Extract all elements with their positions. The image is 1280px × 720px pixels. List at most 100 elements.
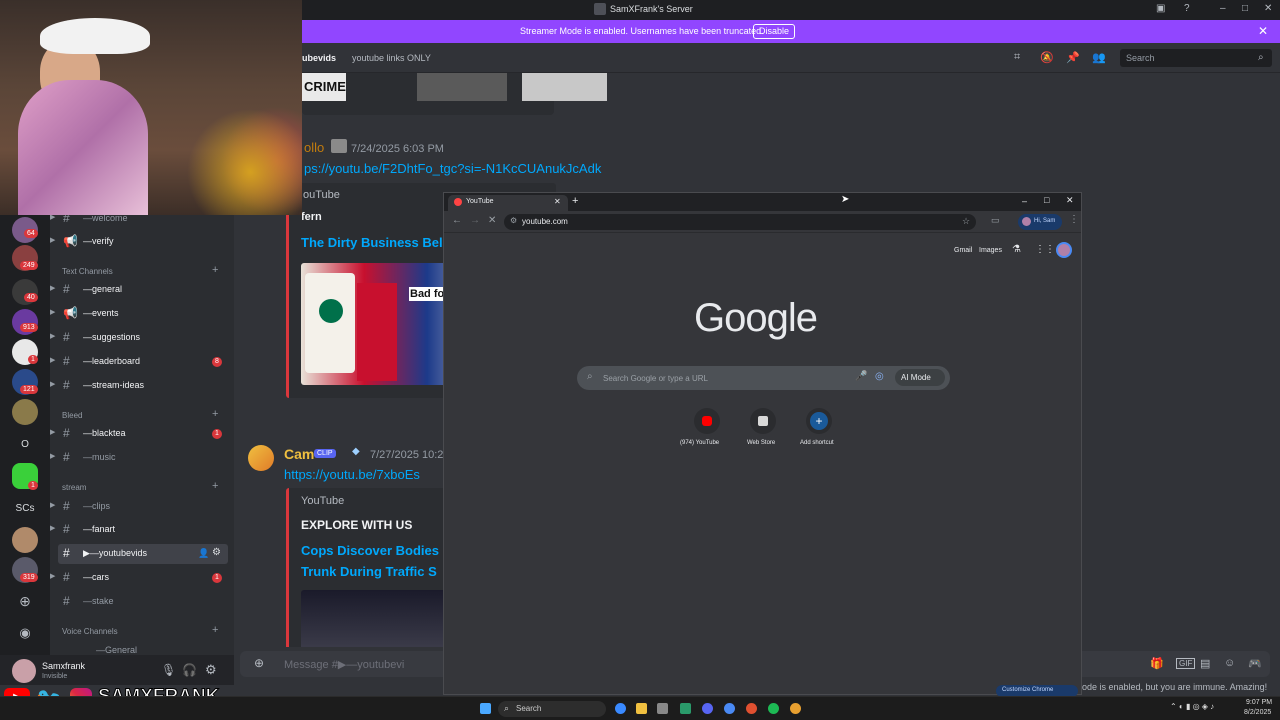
profile-chip[interactable]: Hi, Sam (1018, 214, 1062, 230)
file-explorer-icon[interactable] (636, 703, 647, 714)
new-tab-icon[interactable]: + (572, 195, 578, 207)
discord-taskbar-icon[interactable] (702, 703, 713, 714)
app-icon[interactable] (746, 703, 757, 714)
shortcut-youtube[interactable] (694, 408, 720, 434)
gmail-link[interactable]: Gmail (954, 247, 972, 254)
embed-title[interactable]: Cops Discover Bodies (301, 543, 439, 558)
headphones-icon[interactable]: 🎧 (182, 663, 197, 677)
channel-item[interactable]: ▶ # —blacktea 1 (50, 424, 228, 444)
activities-icon[interactable]: 🎮 (1248, 657, 1262, 670)
back-icon[interactable]: ← (452, 215, 462, 226)
add-attachment-icon[interactable]: ⊕ (254, 656, 264, 670)
invite-icon[interactable]: 👤 (198, 548, 209, 559)
add-channel-icon[interactable]: + (212, 480, 218, 492)
disable-streamer-mode-button[interactable]: Disable (753, 24, 795, 39)
channel-item[interactable]: ▶ # —leaderboard 8 (50, 352, 228, 372)
add-channel-icon[interactable]: + (212, 624, 218, 636)
server-initial[interactable]: SCs (12, 503, 38, 514)
server-initial[interactable]: O (12, 439, 38, 450)
server-icon[interactable] (12, 527, 38, 553)
apps-grid-icon[interactable]: ⋮⋮ (1035, 244, 1055, 255)
close-window-icon[interactable]: ✕ (1264, 3, 1272, 14)
address-bar[interactable]: ⚙ youtube.com ☆ (504, 214, 976, 230)
lens-icon[interactable]: ◎ (875, 371, 884, 382)
channel-item[interactable]: ▶ # —fanart (50, 520, 228, 540)
minimize-icon[interactable]: – (1022, 196, 1027, 206)
sticker-icon[interactable]: ▤ (1200, 657, 1210, 670)
message-author[interactable]: ollo (304, 140, 324, 155)
message-link[interactable]: https://youtu.be/7xboEs (284, 467, 420, 482)
voice-search-icon[interactable]: 🎤 (855, 371, 867, 382)
channel-item[interactable]: ▶ # —general (50, 280, 228, 300)
channel-item[interactable]: ▶ # —cars 1 (50, 568, 228, 588)
google-search-box[interactable]: ⌕ Search Google or type a URL 🎤 ◎ AI Mod… (577, 366, 950, 390)
ai-mode-button[interactable]: AI Mode (895, 369, 945, 386)
discover-icon[interactable]: ◉ (12, 625, 38, 641)
chrome-taskbar-icon[interactable] (724, 703, 735, 714)
category-bleed[interactable]: Bleed (62, 411, 82, 420)
shortcut-add[interactable]: + (806, 408, 832, 434)
channel-item[interactable]: ▶ 📢 —verify (50, 232, 228, 252)
emoji-icon[interactable]: ☺ (1224, 657, 1235, 669)
settings-icon[interactable]: ⚙ (212, 547, 221, 558)
minimize-icon[interactable]: – (1220, 3, 1226, 14)
start-icon[interactable] (480, 703, 491, 714)
tray-icons[interactable]: ⌃ ◐ ▮ ◎ ◈ ♪ (1170, 702, 1214, 711)
gift-icon[interactable]: 🎁 (1150, 657, 1164, 670)
embed-channel[interactable]: fern (301, 211, 322, 223)
pin-icon[interactable]: 📌 (1066, 51, 1080, 64)
chrome-tab[interactable]: YouTube ✕ (448, 195, 568, 211)
channel-item-selected[interactable]: # ▶—youtubevids 👤 ⚙ (58, 544, 228, 564)
taskbar-search[interactable]: ⌕ Search (498, 701, 606, 717)
embed-title-line2[interactable]: Trunk During Traffic S (301, 564, 437, 579)
threads-icon[interactable]: ⌗ (1014, 51, 1020, 64)
close-banner-icon[interactable]: ✕ (1258, 24, 1268, 38)
account-avatar[interactable] (1056, 242, 1072, 258)
add-channel-icon[interactable]: + (212, 264, 218, 276)
avatar[interactable] (12, 659, 36, 683)
embed-title[interactable]: The Dirty Business Bel (301, 235, 443, 250)
close-window-icon[interactable]: ✕ (1066, 195, 1074, 206)
store-icon[interactable] (657, 703, 668, 714)
channel-item[interactable]: ▶ 📢 —events (50, 304, 228, 324)
bookmark-star-icon[interactable]: ☆ (962, 216, 970, 227)
user-settings-icon[interactable]: ⚙ (205, 662, 217, 678)
images-link[interactable]: Images (979, 247, 1002, 254)
app-icon[interactable] (680, 703, 691, 714)
spotify-icon[interactable] (768, 703, 779, 714)
channel-item[interactable]: # —stake (58, 592, 228, 612)
voice-channel-label[interactable]: —General (96, 645, 137, 655)
add-server-icon[interactable]: ⊕ (12, 593, 38, 610)
labs-icon[interactable]: ⚗ (1012, 244, 1021, 255)
avatar[interactable] (248, 445, 274, 471)
chrome-taskbar-icon[interactable] (615, 703, 626, 714)
members-icon[interactable]: 👥 (1092, 51, 1106, 64)
message-author[interactable]: Cam (284, 446, 314, 462)
side-panel-icon[interactable]: ▭ (991, 215, 1000, 226)
forward-icon[interactable]: → (470, 215, 480, 226)
inbox-icon[interactable]: ▣ (1156, 3, 1165, 14)
server-icon[interactable] (12, 399, 38, 425)
stop-icon[interactable]: ✕ (488, 215, 496, 226)
gif-icon[interactable]: GIF (1176, 658, 1196, 669)
chrome-taskbar-icon[interactable] (790, 703, 801, 714)
chrome-menu-icon[interactable]: ⋮ (1069, 214, 1079, 225)
channel-item[interactable]: ▶ # —suggestions (50, 328, 228, 348)
message-link[interactable]: ps://youtu.be/F2DhtFo_tgc?si=-N1KcCUAnuk… (304, 161, 601, 176)
notifications-icon[interactable]: 🔕 (1040, 51, 1054, 64)
shortcut-web-store[interactable] (750, 408, 776, 434)
maximize-icon[interactable]: □ (1044, 195, 1049, 205)
maximize-icon[interactable]: □ (1242, 3, 1248, 14)
channel-item[interactable]: ▶ # —music (50, 448, 228, 468)
category-text-channels[interactable]: Text Channels (62, 267, 113, 276)
embed-channel[interactable]: EXPLORE WITH US (301, 518, 412, 532)
search-input[interactable]: Search (1120, 49, 1272, 67)
help-icon[interactable]: ? (1184, 3, 1190, 14)
channel-item[interactable]: ▶ # —clips (50, 497, 228, 517)
microphone-icon[interactable]: 🎙 (161, 663, 176, 677)
category-stream[interactable]: stream (62, 483, 86, 492)
channel-item[interactable]: ▶ # —stream-ideas (50, 376, 228, 396)
site-info-icon[interactable]: ⚙ (510, 216, 517, 225)
add-channel-icon[interactable]: + (212, 408, 218, 420)
close-tab-icon[interactable]: ✕ (554, 197, 561, 206)
